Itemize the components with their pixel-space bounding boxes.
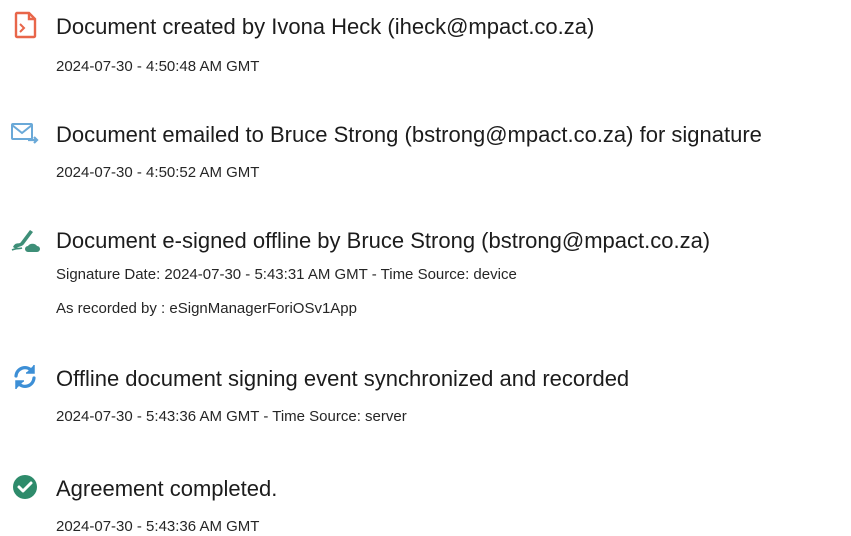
event-title: Offline document signing event synchroni… [56, 366, 630, 391]
event-timestamp: 2024-07-30 - 4:50:48 AM GMT [56, 58, 260, 75]
event-title: Document created by Ivona Heck (iheck@mp… [56, 14, 595, 39]
event-timestamp: 2024-07-30 - 5:43:36 AM GMT - Time Sourc… [56, 408, 407, 425]
event-title: Document emailed to Bruce Strong (bstron… [56, 122, 762, 147]
event-timestamp: 2024-07-30 - 5:43:36 AM GMT [56, 518, 260, 535]
event-recorded-by: As recorded by : eSignManagerForiOSv1App [56, 300, 357, 317]
offline-esign-icon [10, 224, 40, 254]
email-sent-icon [10, 118, 40, 148]
document-created-icon [10, 10, 40, 40]
completed-check-icon [10, 472, 40, 502]
event-timestamp: 2024-07-30 - 4:50:52 AM GMT [56, 164, 260, 181]
event-title: Document e-signed offline by Bruce Stron… [56, 228, 711, 253]
sync-icon [10, 362, 40, 392]
event-title: Agreement completed. [56, 476, 278, 501]
event-signature-date: Signature Date: 2024-07-30 - 5:43:31 AM … [56, 266, 517, 283]
